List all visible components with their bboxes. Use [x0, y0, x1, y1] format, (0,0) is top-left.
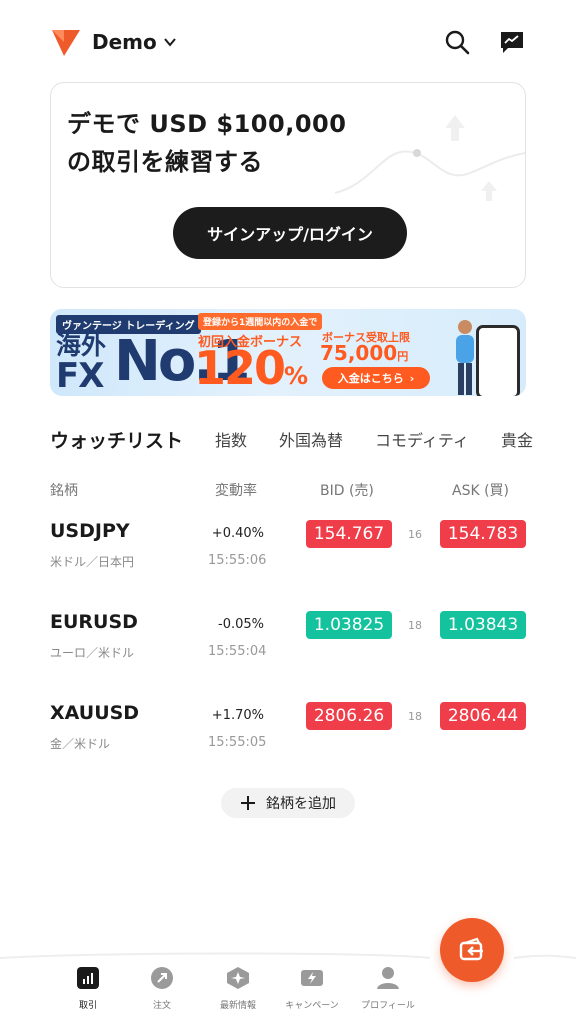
- symbol-name: USDJPY: [50, 520, 130, 542]
- ask-price-button[interactable]: 154.783: [440, 520, 526, 548]
- column-header-bid: BID (売): [320, 483, 374, 499]
- symbol-name: XAUUSD: [50, 702, 140, 724]
- wallet-icon: [459, 937, 483, 961]
- change-percent: -0.05%: [218, 617, 264, 632]
- nav-orders[interactable]: 注文: [124, 966, 200, 1011]
- order-icon: [151, 967, 173, 989]
- bid-price-button[interactable]: 154.767: [306, 520, 392, 548]
- promo-title-line1: デモで USD $100,000: [67, 110, 347, 138]
- search-icon[interactable]: [443, 28, 471, 56]
- nav-campaign-label: キャンペーン: [285, 1001, 339, 1011]
- app-header: Demo: [0, 0, 576, 84]
- nav-trade[interactable]: 取引: [50, 966, 126, 1011]
- bid-price-button[interactable]: 1.03825: [306, 611, 392, 639]
- banner-limit-value: 75,000: [320, 341, 398, 365]
- nav-news-label: 最新情報: [219, 1001, 256, 1011]
- news-icon: [227, 967, 249, 989]
- column-header-change: 変動率: [215, 483, 257, 499]
- add-symbol-button[interactable]: 銘柄を追加: [221, 788, 355, 818]
- watchlist-row-eurusd[interactable]: EURUSD ユーロ／米ドル -0.05% 15:55:04 1.03825 1…: [50, 611, 526, 681]
- banner-condition: 登録から1週間以内の入金で: [198, 313, 323, 330]
- symbol-subtitle: ユーロ／米ドル: [50, 646, 135, 660]
- demo-promo-card: デモで USD $100,000 の取引を練習する サインアップ/ログイン: [50, 82, 526, 288]
- add-symbol-label: 銘柄を追加: [266, 796, 336, 812]
- promo-title: デモで USD $100,000 の取引を練習する: [67, 105, 346, 181]
- banner-percent: 120%: [194, 341, 308, 396]
- symbol-subtitle: 金／米ドル: [50, 737, 111, 751]
- change-percent: +0.40%: [211, 526, 264, 541]
- deposit-fab[interactable]: [440, 918, 504, 982]
- chevron-right-icon: ›: [409, 371, 415, 385]
- spread-value: 16: [408, 528, 422, 541]
- tab-indices[interactable]: 指数: [215, 427, 247, 451]
- market-tabs: ウォッチリスト 指数 外国為替 コモディティ 貴金: [50, 424, 576, 454]
- bar-chart-icon: [77, 967, 99, 989]
- brand-logo-icon: [52, 30, 80, 56]
- watchlist-row-usdjpy[interactable]: USDJPY 米ドル／日本円 +0.40% 15:55:06 154.767 1…: [50, 520, 526, 590]
- quote-time: 15:55:06: [208, 553, 267, 568]
- banner-phone-image: [476, 325, 520, 396]
- nav-profile[interactable]: プロフィール: [350, 966, 426, 1011]
- column-header-ask: ASK (買): [452, 483, 510, 499]
- messages-icon[interactable]: [498, 28, 526, 56]
- ask-price-button[interactable]: 1.03843: [440, 611, 526, 639]
- quote-time: 15:55:05: [208, 735, 267, 750]
- nav-campaign[interactable]: キャンペーン: [274, 966, 350, 1011]
- plus-icon: [241, 796, 255, 810]
- symbol-subtitle: 米ドル／日本円: [50, 555, 135, 569]
- nav-orders-label: 注文: [152, 1001, 171, 1011]
- banner-percent-value: 120: [194, 341, 286, 395]
- banner-deposit-button[interactable]: 入金はこちら ›: [322, 367, 430, 389]
- banner-limit-unit: 円: [397, 350, 409, 363]
- bid-price-button[interactable]: 2806.26: [306, 702, 392, 730]
- nav-profile-label: プロフィール: [361, 1001, 415, 1011]
- account-label: Demo: [92, 30, 157, 54]
- banner-limit: 75,000円: [320, 341, 408, 365]
- quote-time: 15:55:04: [208, 644, 267, 659]
- campaign-icon: [301, 970, 323, 986]
- tab-watchlist[interactable]: ウォッチリスト: [50, 426, 183, 453]
- promo-title-line2: の取引を練習する: [67, 148, 263, 176]
- chevron-down-icon: [163, 38, 176, 47]
- profile-icon: [377, 967, 399, 989]
- campaign-banner[interactable]: ヴァンテージ トレーディング 海外 FX No.1 登録から1週間以内の入金で …: [50, 309, 526, 396]
- banner-percent-unit: %: [284, 362, 308, 390]
- spread-value: 18: [408, 619, 422, 632]
- account-switcher[interactable]: Demo: [92, 30, 177, 54]
- change-percent: +1.70%: [211, 708, 264, 723]
- banner-cta-label: 入金はこちら: [337, 372, 404, 385]
- nav-news[interactable]: 最新情報: [200, 966, 276, 1011]
- watchlist-row-xauusd[interactable]: XAUUSD 金／米ドル +1.70% 15:55:05 2806.26 18 …: [50, 702, 526, 772]
- banner-text-fx: FX: [56, 356, 104, 396]
- column-header-symbol: 銘柄: [50, 483, 78, 499]
- tab-commodities[interactable]: コモディティ: [375, 427, 469, 451]
- symbol-name: EURUSD: [50, 611, 138, 633]
- nav-trade-label: 取引: [78, 1001, 97, 1011]
- tab-forex[interactable]: 外国為替: [279, 427, 343, 451]
- spread-value: 18: [408, 710, 422, 723]
- tab-precious-metals[interactable]: 貴金: [501, 427, 533, 451]
- ask-price-button[interactable]: 2806.44: [440, 702, 526, 730]
- signup-login-button[interactable]: サインアップ/ログイン: [173, 207, 407, 259]
